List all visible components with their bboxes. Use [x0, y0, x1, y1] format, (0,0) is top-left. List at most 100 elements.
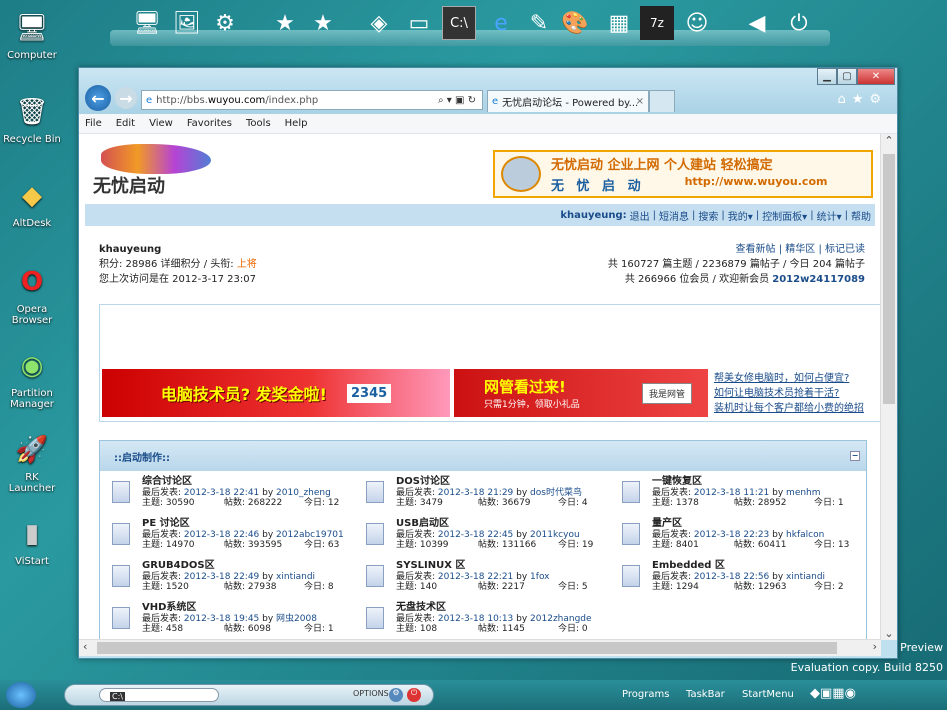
home-favorites-tools-icons[interactable]: ⌂★⚙ — [837, 92, 887, 107]
board-last-time[interactable]: 2012-3-18 22:23 — [694, 530, 769, 540]
desktop-icon-recycle-bin[interactable]: 🗑 Recycle Bin — [2, 92, 62, 145]
menu-edit[interactable]: Edit — [116, 118, 135, 129]
board-last-user[interactable]: dos时代菜鸟 — [530, 488, 582, 498]
board-name[interactable]: 无盘技术区 — [396, 602, 616, 614]
vertical-scrollbar[interactable]: ⌃ ⌄ — [880, 134, 897, 640]
board-last-time[interactable]: 2012-3-18 22:56 — [694, 572, 769, 582]
board-last-user[interactable]: hkfalcon — [786, 530, 824, 540]
userbar-search[interactable]: 搜索 — [698, 208, 718, 223]
board-name[interactable]: VHD系统区 — [142, 602, 362, 614]
desktop-icon-rk-launcher[interactable]: 🚀 RK Launcher — [2, 430, 62, 494]
board-name[interactable]: 综合讨论区 — [142, 476, 362, 488]
stats-links[interactable]: 查看新帖 | 精华区 | 标记已读 — [608, 242, 865, 257]
board-name[interactable]: 一键恢复区 — [652, 476, 872, 488]
favorite-doc2-dock-icon[interactable]: ★ — [306, 6, 340, 40]
options-label[interactable]: OPTIONS — [353, 689, 389, 698]
cmd-task-button[interactable]: C:\ — [99, 688, 219, 702]
search-refresh-icons[interactable]: ⌕ ▾ ▣ ↻ — [438, 95, 476, 106]
address-bar[interactable]: e http://bbs. wuyou.com/index.php ⌕ ▾ ▣ ↻ — [141, 90, 483, 110]
forum-board[interactable]: USB启动区 最后发表: 2012-3-18 22:45 by 2011kcyou… — [366, 518, 616, 561]
scroll-up-icon[interactable]: ⌃ — [881, 134, 897, 147]
cmd-dock-icon[interactable]: C:\ — [442, 6, 476, 40]
desktop-icon-partition-manager[interactable]: ◉ Partition Manager — [2, 346, 62, 410]
board-last-user[interactable]: menhm — [786, 488, 820, 498]
back-button[interactable]: ← — [85, 85, 111, 111]
board-last-time[interactable]: 2012-3-18 11:21 — [694, 488, 769, 498]
browser-tab[interactable]: e 无忧启动论坛 - Powered by... × — [487, 90, 649, 112]
userbar-control-panel[interactable]: 控制面板▾ — [762, 208, 807, 223]
menu-tools[interactable]: Tools — [246, 118, 271, 129]
board-name[interactable]: USB启动区 — [396, 518, 616, 530]
forum-board[interactable]: VHD系统区 最后发表: 2012-3-18 19:45 by 网虫2008 主题:… — [112, 602, 362, 640]
paint-dock-icon[interactable]: 🎨 — [558, 6, 592, 40]
ad-banner-2[interactable]: 网管看过来! 只需1分钟，领取小礼品 我是网管 — [454, 369, 708, 417]
forum-board[interactable]: 综合讨论区 最后发表: 2012-3-18 22:41 by 2010_zheng… — [112, 476, 362, 519]
board-last-user[interactable]: xintiandi — [786, 572, 825, 582]
board-last-time[interactable]: 2012-3-18 22:49 — [184, 572, 259, 582]
desktop-icon-computer[interactable]: 🖥 Computer — [2, 8, 62, 61]
close-button[interactable]: ✕ — [857, 68, 895, 85]
ie-dock-icon[interactable]: e — [484, 6, 518, 40]
ad-link-2[interactable]: 如何让电脑技术员抢着干活? — [714, 386, 864, 401]
userbar-help[interactable]: 帮助 — [851, 208, 871, 223]
site-logo[interactable]: 无忧启动 — [93, 144, 213, 197]
board-last-time[interactable]: 2012-3-18 19:45 — [184, 614, 259, 624]
ad2-button[interactable]: 我是网管 — [641, 383, 692, 404]
start-button[interactable] — [6, 682, 36, 708]
board-last-user[interactable]: xintiandi — [276, 572, 315, 582]
board-last-time[interactable]: 2012-3-18 10:13 — [438, 614, 513, 624]
userbar-username[interactable]: khauyeung: — [560, 210, 626, 221]
board-name[interactable]: PE 讨论区 — [142, 518, 362, 530]
forum-board[interactable]: Embedded 区最后发表: 2012-3-18 22:56 by xinti… — [622, 560, 872, 603]
collapse-icon[interactable]: − — [850, 451, 860, 461]
forum-board[interactable]: PE 讨论区 最后发表: 2012-3-18 22:46 by 2012abc19… — [112, 518, 362, 561]
notes-dock-icon[interactable]: ✎ — [522, 6, 556, 40]
userbar-my[interactable]: 我的▾ — [728, 208, 753, 223]
tray-icons[interactable]: ◆▣▦◉ — [810, 686, 856, 701]
forum-board[interactable]: GRUB4DOS区 最后发表: 2012-3-18 22:49 by xintia… — [112, 560, 362, 603]
hscroll-thumb[interactable] — [97, 642, 837, 654]
minimize-button[interactable]: ▁ — [817, 68, 837, 85]
7zip-dock-icon[interactable]: 7z — [640, 6, 674, 40]
back-dock-icon[interactable]: ◀ — [740, 6, 774, 40]
forum-board[interactable]: DOS讨论区 最后发表: 2012-3-18 21:29 by dos时代菜鸟 主题… — [366, 476, 616, 519]
device-dock-icon[interactable]: ⚙ — [208, 6, 242, 40]
scroll-down-icon[interactable]: ⌄ — [881, 627, 897, 640]
forum-section-title[interactable]: ::启动制作:: — [114, 449, 170, 464]
menu-help[interactable]: Help — [285, 118, 308, 129]
power-dock-icon[interactable]: ⏻ — [782, 6, 816, 40]
forum-board[interactable]: 无盘技术区 最后发表: 2012-3-18 10:13 by 2012zhangd… — [366, 602, 616, 640]
user-name[interactable]: khauyeung — [99, 242, 257, 257]
userbar-logout[interactable]: 退出 — [630, 208, 650, 223]
board-last-user[interactable]: 2010_zheng — [276, 488, 331, 498]
board-last-time[interactable]: 2012-3-18 21:29 — [438, 488, 513, 498]
options-icon[interactable]: ⚙ — [389, 688, 403, 702]
board-name[interactable]: 量产区 — [652, 518, 872, 530]
userbar-messages[interactable]: 短消息 — [659, 208, 689, 223]
finder-dock-icon[interactable]: ☺ — [680, 6, 714, 40]
new-tab-button[interactable] — [649, 90, 675, 112]
ad-link-1[interactable]: 帮美女修电脑时，如何占便宜? — [714, 371, 864, 386]
desktop-icon-altdesk[interactable]: ◆ AltDesk — [2, 176, 62, 229]
maximize-button[interactable]: ▢ — [837, 68, 857, 85]
menu-file[interactable]: File — [85, 118, 102, 129]
board-last-user[interactable]: 1fox — [530, 572, 549, 582]
board-name[interactable]: GRUB4DOS区 — [142, 560, 362, 572]
board-last-time[interactable]: 2012-3-18 22:21 — [438, 572, 513, 582]
favorite-doc-dock-icon[interactable]: ★ — [268, 6, 302, 40]
forward-button[interactable]: → — [115, 87, 137, 109]
forum-board[interactable]: SYSLINUX 区最后发表: 2012-3-18 22:21 by 1fox 主… — [366, 560, 616, 603]
desktop-icon-vistart[interactable]: ▮ ViStart — [2, 514, 62, 567]
tab-close-icon[interactable]: × — [636, 96, 644, 107]
horizontal-scrollbar[interactable]: ‹ › — [79, 639, 881, 656]
board-name[interactable]: SYSLINUX 区 — [396, 560, 616, 572]
taskbar-programs[interactable]: Programs — [622, 689, 669, 700]
scroll-left-icon[interactable]: ‹ — [83, 640, 87, 653]
desktop-icon-opera[interactable]: O Opera Browser — [2, 262, 62, 326]
board-last-time[interactable]: 2012-3-18 22:46 — [184, 530, 259, 540]
board-last-user[interactable]: 2012abc19701 — [276, 530, 344, 540]
board-last-user[interactable]: 网虫2008 — [276, 614, 317, 624]
board-last-time[interactable]: 2012-3-18 22:45 — [438, 530, 513, 540]
stats-new-member[interactable]: 2012w24117089 — [772, 274, 865, 285]
board-last-time[interactable]: 2012-3-18 22:41 — [184, 488, 259, 498]
